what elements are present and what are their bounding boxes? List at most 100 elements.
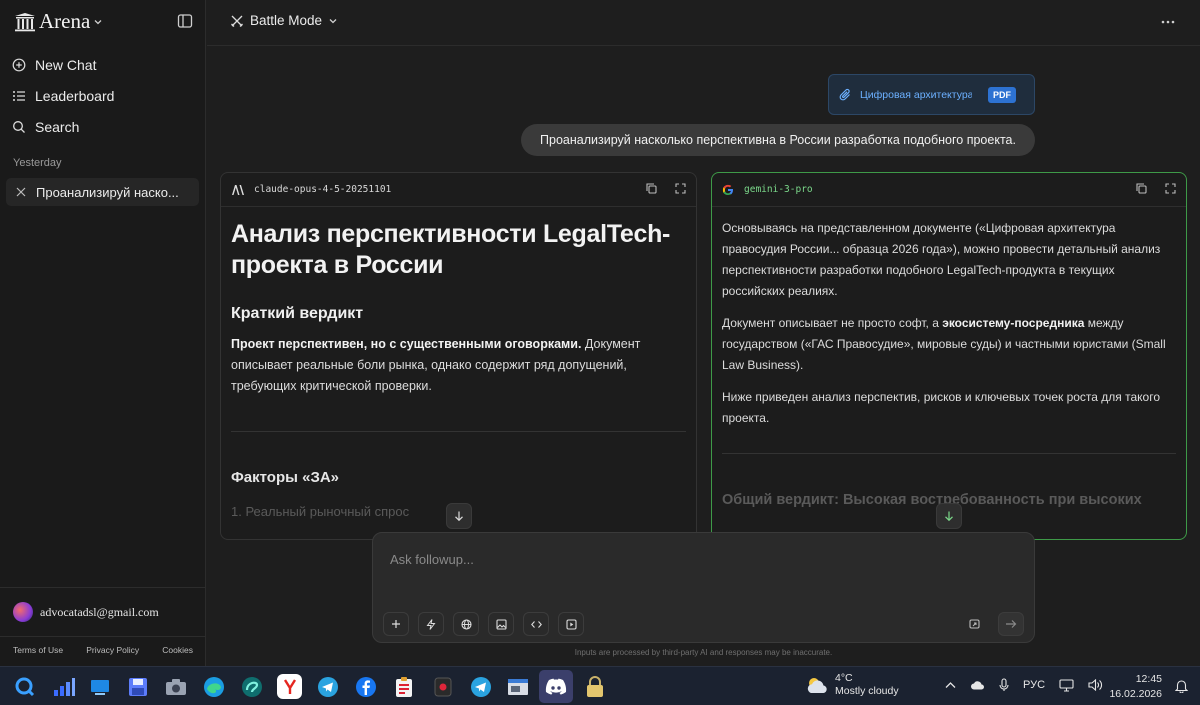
text-segment: Документ описывает не просто софт, а (722, 316, 943, 330)
file-upload-icon (968, 618, 982, 630)
cookies-link[interactable]: Cookies (162, 645, 193, 655)
telegram-icon[interactable] (315, 674, 340, 699)
leaderboard-label: Leaderboard (35, 87, 115, 104)
followup-input[interactable]: Ask followup... (390, 552, 474, 567)
response-paragraph: Ниже приведен анализ перспектив, рисков … (722, 390, 1161, 425)
copy-icon[interactable] (1136, 183, 1147, 194)
web-search-button[interactable] (453, 612, 479, 636)
flash-tool-button[interactable] (418, 612, 444, 636)
more-options-icon[interactable] (1160, 14, 1176, 30)
lock-app-icon[interactable] (582, 674, 607, 699)
sidebar-nav: New Chat Leaderboard Search (12, 49, 198, 142)
response-paragraph: Документ описывает не просто софт, а эко… (722, 313, 1176, 376)
edge-browser-icon[interactable] (201, 674, 226, 699)
sidebar-toggle-icon[interactable] (176, 12, 194, 30)
model-a-response: Анализ перспективности LegalTech-проекта… (231, 207, 686, 539)
user-message: Проанализируй насколько перспективна в Р… (521, 124, 1035, 156)
window-app-icon[interactable] (505, 674, 530, 699)
yandex-browser-icon[interactable] (277, 674, 302, 699)
model-b-actions (1136, 183, 1176, 194)
new-chat-button[interactable]: New Chat (12, 49, 198, 80)
chevron-up-icon[interactable] (945, 681, 956, 689)
user-email: advocatadsl@gmail.com (40, 604, 159, 619)
user-account[interactable]: advocatadsl@gmail.com (13, 602, 159, 622)
code-icon (530, 620, 542, 629)
task-app-icon[interactable] (391, 674, 416, 699)
microphone-icon[interactable] (999, 678, 1009, 692)
floppy-disk-app-icon[interactable] (125, 674, 150, 699)
code-button[interactable] (523, 612, 549, 636)
analytics-app-icon[interactable] (51, 674, 76, 699)
model-b-panel: gemini-3-pro Основываясь на представленн… (711, 172, 1187, 540)
discord-icon[interactable] (539, 670, 573, 703)
model-a-actions (646, 183, 686, 194)
chevron-down-icon (328, 16, 338, 26)
list-icon (12, 89, 26, 103)
notification-bell-icon[interactable] (1175, 679, 1188, 693)
facebook-icon[interactable] (353, 674, 378, 699)
pdf-attachment[interactable]: Цифровая архитектура ... PDF (828, 74, 1035, 115)
model-b-header: gemini-3-pro (712, 173, 1186, 207)
play-square-icon (565, 618, 577, 630)
footer-links: Terms of Use Privacy Policy Cookies (13, 645, 193, 655)
system-clock[interactable]: 12:45 16.02.2026 (1109, 672, 1162, 702)
search-icon[interactable] (12, 674, 37, 699)
model-a-name: claude-opus-4-5-20251101 (254, 184, 392, 195)
clock-time: 12:45 (1135, 673, 1162, 685)
plus-circle-icon (12, 58, 26, 72)
search-label: Search (35, 118, 80, 135)
cursive-app-icon[interactable] (239, 674, 264, 699)
telegram-icon[interactable] (468, 674, 493, 699)
clock-date: 16.02.2026 (1109, 688, 1162, 700)
pdf-badge: PDF (988, 86, 1016, 103)
volume-icon[interactable] (1088, 679, 1103, 691)
arena-logo-icon (14, 12, 36, 32)
sidebar-divider (0, 587, 206, 588)
weather-desc: Mostly cloudy (835, 685, 899, 697)
weather-temp: 4°C (835, 672, 853, 684)
divider (722, 453, 1176, 454)
battle-mode-selector[interactable]: Battle Mode (230, 13, 338, 28)
terms-link[interactable]: Terms of Use (13, 645, 63, 655)
arrow-down-icon (943, 510, 955, 522)
divider (231, 431, 686, 432)
model-b-response: Основываясь на представленном документе … (722, 207, 1176, 539)
leaderboard-button[interactable]: Leaderboard (12, 80, 198, 111)
send-button[interactable] (998, 612, 1024, 636)
expand-icon[interactable] (675, 183, 686, 194)
model-a-panel: claude-opus-4-5-20251101 Анализ перспект… (220, 172, 697, 540)
attach-file-button[interactable] (962, 612, 988, 636)
widgets-app-icon[interactable] (87, 674, 112, 699)
brand-name: Arena (39, 9, 91, 33)
camera-app-icon[interactable] (163, 674, 188, 699)
add-attachment-button[interactable] (383, 612, 409, 636)
top-bar: Battle Mode (207, 0, 1200, 46)
arrow-right-icon (1005, 619, 1017, 629)
input-language[interactable]: РУС (1023, 679, 1045, 691)
history-item[interactable]: Проанализируй наско... (6, 178, 199, 206)
chevron-down-icon (93, 17, 103, 27)
expand-icon[interactable] (1165, 183, 1176, 194)
lightning-icon (426, 618, 436, 630)
weather-widget[interactable]: 4°C Mostly cloudy (805, 672, 899, 698)
history-section-label: Yesterday (13, 157, 62, 169)
composer-actions (962, 612, 1024, 636)
verdict-paragraph: Проект перспективен, но с существенными … (231, 334, 686, 397)
display-icon[interactable] (1059, 678, 1074, 692)
image-button[interactable] (488, 612, 514, 636)
search-icon (12, 120, 26, 134)
verdict-heading: Краткий вердикт (231, 305, 364, 322)
search-button[interactable]: Search (12, 111, 198, 142)
scroll-down-button-b[interactable] (936, 503, 962, 529)
avatar (13, 602, 33, 622)
cloudy-weather-icon (805, 676, 829, 694)
scroll-down-button-a[interactable] (446, 503, 472, 529)
privacy-link[interactable]: Privacy Policy (86, 645, 139, 655)
globe-icon (460, 618, 472, 630)
copy-icon[interactable] (646, 183, 657, 194)
media-app-icon[interactable] (430, 674, 455, 699)
video-button[interactable] (558, 612, 584, 636)
cloud-icon[interactable] (970, 680, 985, 690)
system-tray: РУС (945, 678, 1103, 692)
brand-switcher[interactable]: Arena (14, 9, 103, 34)
